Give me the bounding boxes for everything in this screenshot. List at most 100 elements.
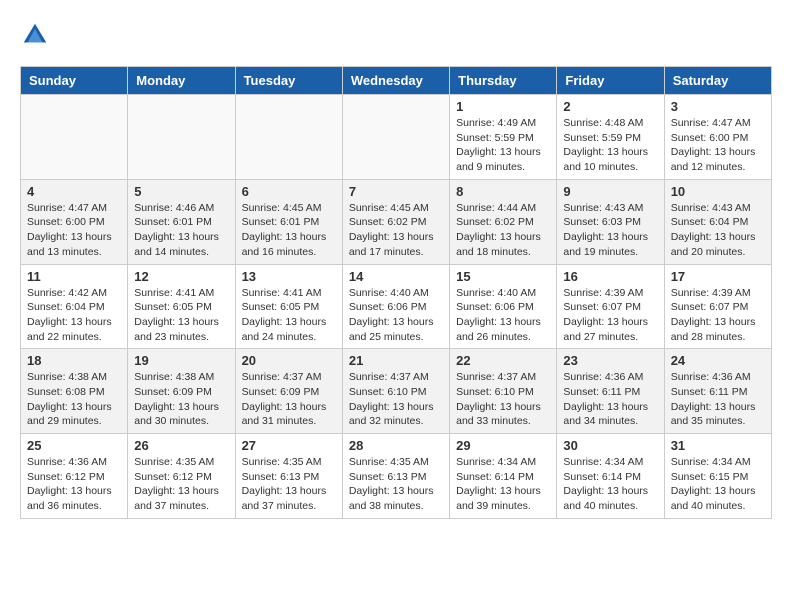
calendar-table: SundayMondayTuesdayWednesdayThursdayFrid… xyxy=(20,66,772,519)
day-info: Sunrise: 4:41 AMSunset: 6:05 PMDaylight:… xyxy=(242,286,336,345)
day-cell: 21 Sunrise: 4:37 AMSunset: 6:10 PMDaylig… xyxy=(342,349,449,434)
day-info: Sunrise: 4:34 AMSunset: 6:15 PMDaylight:… xyxy=(671,455,765,514)
day-cell: 30 Sunrise: 4:34 AMSunset: 6:14 PMDaylig… xyxy=(557,434,664,519)
day-number: 13 xyxy=(242,269,336,284)
day-cell: 9 Sunrise: 4:43 AMSunset: 6:03 PMDayligh… xyxy=(557,179,664,264)
day-number: 28 xyxy=(349,438,443,453)
day-cell: 22 Sunrise: 4:37 AMSunset: 6:10 PMDaylig… xyxy=(450,349,557,434)
day-info: Sunrise: 4:35 AMSunset: 6:12 PMDaylight:… xyxy=(134,455,228,514)
day-number: 15 xyxy=(456,269,550,284)
day-number: 12 xyxy=(134,269,228,284)
day-cell: 25 Sunrise: 4:36 AMSunset: 6:12 PMDaylig… xyxy=(21,434,128,519)
day-info: Sunrise: 4:45 AMSunset: 6:02 PMDaylight:… xyxy=(349,201,443,260)
day-cell: 28 Sunrise: 4:35 AMSunset: 6:13 PMDaylig… xyxy=(342,434,449,519)
day-number: 11 xyxy=(27,269,121,284)
day-cell: 26 Sunrise: 4:35 AMSunset: 6:12 PMDaylig… xyxy=(128,434,235,519)
week-row-4: 18 Sunrise: 4:38 AMSunset: 6:08 PMDaylig… xyxy=(21,349,772,434)
day-number: 9 xyxy=(563,184,657,199)
col-header-saturday: Saturday xyxy=(664,67,771,95)
logo xyxy=(20,20,54,50)
day-number: 5 xyxy=(134,184,228,199)
day-cell: 20 Sunrise: 4:37 AMSunset: 6:09 PMDaylig… xyxy=(235,349,342,434)
day-info: Sunrise: 4:37 AMSunset: 6:09 PMDaylight:… xyxy=(242,370,336,429)
day-cell: 27 Sunrise: 4:35 AMSunset: 6:13 PMDaylig… xyxy=(235,434,342,519)
day-cell: 31 Sunrise: 4:34 AMSunset: 6:15 PMDaylig… xyxy=(664,434,771,519)
day-cell: 18 Sunrise: 4:38 AMSunset: 6:08 PMDaylig… xyxy=(21,349,128,434)
day-number: 18 xyxy=(27,353,121,368)
day-info: Sunrise: 4:48 AMSunset: 5:59 PMDaylight:… xyxy=(563,116,657,175)
day-number: 30 xyxy=(563,438,657,453)
day-info: Sunrise: 4:43 AMSunset: 6:03 PMDaylight:… xyxy=(563,201,657,260)
day-info: Sunrise: 4:36 AMSunset: 6:12 PMDaylight:… xyxy=(27,455,121,514)
day-info: Sunrise: 4:47 AMSunset: 6:00 PMDaylight:… xyxy=(671,116,765,175)
day-cell: 10 Sunrise: 4:43 AMSunset: 6:04 PMDaylig… xyxy=(664,179,771,264)
day-info: Sunrise: 4:47 AMSunset: 6:00 PMDaylight:… xyxy=(27,201,121,260)
day-info: Sunrise: 4:43 AMSunset: 6:04 PMDaylight:… xyxy=(671,201,765,260)
day-number: 20 xyxy=(242,353,336,368)
day-info: Sunrise: 4:35 AMSunset: 6:13 PMDaylight:… xyxy=(242,455,336,514)
day-cell xyxy=(21,95,128,180)
col-header-friday: Friday xyxy=(557,67,664,95)
day-number: 23 xyxy=(563,353,657,368)
day-info: Sunrise: 4:46 AMSunset: 6:01 PMDaylight:… xyxy=(134,201,228,260)
day-number: 26 xyxy=(134,438,228,453)
col-header-tuesday: Tuesday xyxy=(235,67,342,95)
day-cell: 19 Sunrise: 4:38 AMSunset: 6:09 PMDaylig… xyxy=(128,349,235,434)
page-header xyxy=(20,20,772,50)
day-cell: 11 Sunrise: 4:42 AMSunset: 6:04 PMDaylig… xyxy=(21,264,128,349)
day-info: Sunrise: 4:38 AMSunset: 6:08 PMDaylight:… xyxy=(27,370,121,429)
day-cell: 2 Sunrise: 4:48 AMSunset: 5:59 PMDayligh… xyxy=(557,95,664,180)
col-header-thursday: Thursday xyxy=(450,67,557,95)
day-info: Sunrise: 4:38 AMSunset: 6:09 PMDaylight:… xyxy=(134,370,228,429)
week-row-3: 11 Sunrise: 4:42 AMSunset: 6:04 PMDaylig… xyxy=(21,264,772,349)
day-cell: 4 Sunrise: 4:47 AMSunset: 6:00 PMDayligh… xyxy=(21,179,128,264)
day-info: Sunrise: 4:42 AMSunset: 6:04 PMDaylight:… xyxy=(27,286,121,345)
day-number: 10 xyxy=(671,184,765,199)
day-cell: 12 Sunrise: 4:41 AMSunset: 6:05 PMDaylig… xyxy=(128,264,235,349)
week-row-1: 1 Sunrise: 4:49 AMSunset: 5:59 PMDayligh… xyxy=(21,95,772,180)
day-info: Sunrise: 4:35 AMSunset: 6:13 PMDaylight:… xyxy=(349,455,443,514)
day-info: Sunrise: 4:41 AMSunset: 6:05 PMDaylight:… xyxy=(134,286,228,345)
day-cell: 13 Sunrise: 4:41 AMSunset: 6:05 PMDaylig… xyxy=(235,264,342,349)
day-cell: 8 Sunrise: 4:44 AMSunset: 6:02 PMDayligh… xyxy=(450,179,557,264)
day-cell: 5 Sunrise: 4:46 AMSunset: 6:01 PMDayligh… xyxy=(128,179,235,264)
col-header-sunday: Sunday xyxy=(21,67,128,95)
day-cell: 1 Sunrise: 4:49 AMSunset: 5:59 PMDayligh… xyxy=(450,95,557,180)
day-cell: 6 Sunrise: 4:45 AMSunset: 6:01 PMDayligh… xyxy=(235,179,342,264)
logo-icon xyxy=(20,20,50,50)
day-number: 3 xyxy=(671,99,765,114)
day-number: 19 xyxy=(134,353,228,368)
day-cell: 15 Sunrise: 4:40 AMSunset: 6:06 PMDaylig… xyxy=(450,264,557,349)
day-info: Sunrise: 4:40 AMSunset: 6:06 PMDaylight:… xyxy=(349,286,443,345)
week-row-2: 4 Sunrise: 4:47 AMSunset: 6:00 PMDayligh… xyxy=(21,179,772,264)
day-number: 7 xyxy=(349,184,443,199)
week-row-5: 25 Sunrise: 4:36 AMSunset: 6:12 PMDaylig… xyxy=(21,434,772,519)
day-number: 17 xyxy=(671,269,765,284)
day-number: 6 xyxy=(242,184,336,199)
day-cell: 17 Sunrise: 4:39 AMSunset: 6:07 PMDaylig… xyxy=(664,264,771,349)
day-cell: 23 Sunrise: 4:36 AMSunset: 6:11 PMDaylig… xyxy=(557,349,664,434)
day-info: Sunrise: 4:39 AMSunset: 6:07 PMDaylight:… xyxy=(563,286,657,345)
day-number: 24 xyxy=(671,353,765,368)
col-header-monday: Monday xyxy=(128,67,235,95)
day-number: 16 xyxy=(563,269,657,284)
day-info: Sunrise: 4:34 AMSunset: 6:14 PMDaylight:… xyxy=(563,455,657,514)
header-row: SundayMondayTuesdayWednesdayThursdayFrid… xyxy=(21,67,772,95)
day-info: Sunrise: 4:39 AMSunset: 6:07 PMDaylight:… xyxy=(671,286,765,345)
day-cell: 7 Sunrise: 4:45 AMSunset: 6:02 PMDayligh… xyxy=(342,179,449,264)
day-cell xyxy=(342,95,449,180)
day-cell: 3 Sunrise: 4:47 AMSunset: 6:00 PMDayligh… xyxy=(664,95,771,180)
day-info: Sunrise: 4:34 AMSunset: 6:14 PMDaylight:… xyxy=(456,455,550,514)
day-info: Sunrise: 4:40 AMSunset: 6:06 PMDaylight:… xyxy=(456,286,550,345)
day-cell xyxy=(128,95,235,180)
day-number: 21 xyxy=(349,353,443,368)
day-info: Sunrise: 4:36 AMSunset: 6:11 PMDaylight:… xyxy=(563,370,657,429)
day-cell: 24 Sunrise: 4:36 AMSunset: 6:11 PMDaylig… xyxy=(664,349,771,434)
day-number: 1 xyxy=(456,99,550,114)
day-info: Sunrise: 4:44 AMSunset: 6:02 PMDaylight:… xyxy=(456,201,550,260)
day-info: Sunrise: 4:49 AMSunset: 5:59 PMDaylight:… xyxy=(456,116,550,175)
day-info: Sunrise: 4:37 AMSunset: 6:10 PMDaylight:… xyxy=(456,370,550,429)
day-number: 14 xyxy=(349,269,443,284)
day-cell: 14 Sunrise: 4:40 AMSunset: 6:06 PMDaylig… xyxy=(342,264,449,349)
day-number: 29 xyxy=(456,438,550,453)
